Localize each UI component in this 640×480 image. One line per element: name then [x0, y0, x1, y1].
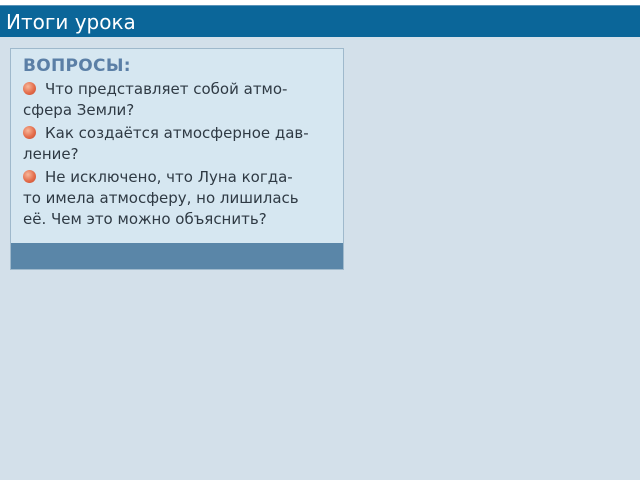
question-1-line-2: сфера Земли?: [23, 100, 134, 120]
question-3-line-3: её. Чем это можно объяснить?: [23, 209, 267, 229]
question-text: Что представляет собой атмо-: [45, 80, 288, 98]
question-3-line-1: Не исключено, что Луна когда-: [23, 167, 293, 187]
title-bar: Итоги урока: [0, 5, 640, 37]
question-2-line-2: ление?: [23, 144, 79, 164]
question-text: ление?: [23, 145, 79, 163]
orange-ball-icon: [23, 170, 36, 183]
question-2-line-1: Как создаётся атмосферное дав-: [23, 123, 309, 143]
questions-card-body: ВОПРОСЫ: Что представляет собой атмо- сф…: [11, 49, 343, 243]
question-text: Не исключено, что Луна когда-: [45, 168, 293, 186]
orange-ball-icon: [23, 126, 36, 139]
question-text: то имела атмосферу, но лишилась: [23, 189, 299, 207]
page-title: Итоги урока: [6, 10, 136, 34]
question-text: Как создаётся атмосферное дав-: [45, 124, 309, 142]
question-3-line-2: то имела атмосферу, но лишилась: [23, 188, 299, 208]
question-1-line-1: Что представляет собой атмо-: [23, 79, 287, 99]
question-text: сфера Земли?: [23, 101, 135, 119]
question-text: её. Чем это можно объяснить?: [23, 210, 267, 228]
questions-heading: ВОПРОСЫ:: [23, 56, 131, 76]
questions-card: ВОПРОСЫ: Что представляет собой атмо- сф…: [10, 48, 344, 270]
questions-card-footer: [11, 243, 343, 269]
orange-ball-icon: [23, 82, 36, 95]
